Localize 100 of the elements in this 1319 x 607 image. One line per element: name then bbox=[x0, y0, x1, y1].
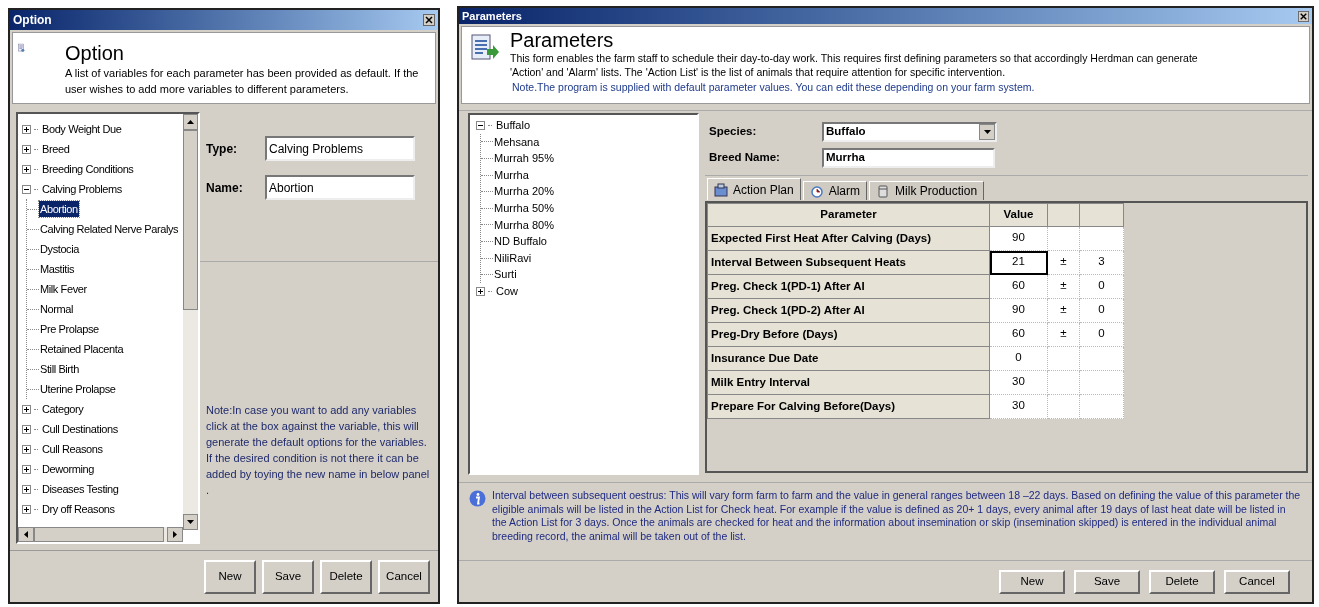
dialog-button[interactable]: New bbox=[999, 569, 1065, 594]
dialog-button[interactable]: Cancel bbox=[378, 559, 430, 594]
collapse-icon[interactable] bbox=[22, 184, 31, 194]
tree-item[interactable]: Buffalo bbox=[495, 117, 532, 134]
window-title: Parameters bbox=[462, 8, 522, 24]
tree-item[interactable]: Cull Reasons bbox=[41, 440, 104, 458]
tab[interactable]: Action Plan bbox=[707, 178, 801, 200]
clock-icon bbox=[809, 184, 824, 198]
tree-item[interactable]: Murrha bbox=[493, 166, 530, 184]
caret-icon bbox=[983, 130, 991, 134]
tree-item[interactable]: Mastitis bbox=[39, 260, 76, 278]
dialog-button[interactable]: Save bbox=[1074, 569, 1140, 594]
dropdown-button[interactable] bbox=[979, 124, 995, 140]
column-header: Parameter bbox=[707, 203, 990, 227]
field-label: Name: bbox=[206, 179, 244, 197]
header-description: A list of variables for each parameter has been provided as default. If the user wishes to add more variables to different parameters. bbox=[65, 66, 420, 97]
tree-item[interactable]: NiliRavi bbox=[493, 249, 533, 267]
scroll-left-button[interactable] bbox=[18, 527, 34, 542]
dialog-button[interactable]: New bbox=[204, 559, 256, 594]
tree-item[interactable]: Murrha 80% bbox=[493, 216, 555, 234]
info-icon bbox=[469, 490, 486, 507]
down-arrow-icon bbox=[187, 520, 194, 524]
tree-item[interactable]: Breed bbox=[41, 140, 71, 158]
scroll-thumb[interactable] bbox=[183, 130, 198, 310]
table-cell: Preg. Check 1(PD-1) After AI bbox=[707, 274, 990, 299]
vertical-scrollbar[interactable] bbox=[183, 114, 198, 530]
tree-item[interactable]: Murrha 20% bbox=[493, 183, 555, 200]
tree-item[interactable]: Mehsana bbox=[493, 133, 541, 151]
tree-item[interactable]: Abortion bbox=[39, 200, 79, 218]
tree-item[interactable]: Calving Problems bbox=[41, 180, 123, 198]
tree-view[interactable]: Buffalo Mehsana Murrah 95% Murrha Murrha 20% Murrha 50% Murrha 80% ND Buffalo NiliRavi Surti Cow bbox=[468, 113, 699, 475]
horizontal-scrollbar[interactable] bbox=[18, 527, 183, 542]
tree-item[interactable]: Dystocia bbox=[39, 240, 80, 258]
expand-icon[interactable] bbox=[22, 484, 31, 494]
tree-item[interactable]: Calving Related Nerve Paralys bbox=[39, 220, 180, 238]
tree-item[interactable]: Cow bbox=[495, 283, 519, 300]
note-text: Note:In case you want to add any variables click at the box against the variable, this will generate the default options for the variables. If the desired condition is not there it can be added by toying the new name in below panel . bbox=[205, 403, 431, 498]
header-note: Note.The program is supplied with default parameter values. You can edit these depending on your farm system. bbox=[511, 80, 1036, 95]
table-cell: Milk Entry Interval bbox=[707, 370, 990, 395]
tab[interactable]: Alarm bbox=[802, 181, 868, 200]
collapse-icon[interactable] bbox=[476, 120, 485, 130]
tree-item[interactable]: Milk Fever bbox=[39, 280, 88, 298]
expand-icon[interactable] bbox=[22, 504, 31, 514]
text-field[interactable]: Calving Problems bbox=[265, 136, 415, 161]
column-header: Value bbox=[989, 203, 1048, 227]
table-cell: Interval Between Subsequent Heats bbox=[707, 250, 990, 275]
tree-item[interactable]: Dry off Reasons bbox=[41, 500, 116, 518]
expand-icon[interactable] bbox=[22, 124, 31, 134]
tree-item[interactable]: Breeding Conditions bbox=[41, 160, 135, 178]
up-arrow-icon bbox=[187, 120, 194, 124]
left-arrow-icon bbox=[24, 531, 28, 538]
expand-icon[interactable] bbox=[22, 164, 31, 174]
tree-item[interactable]: Cull Destinations bbox=[41, 420, 119, 438]
tree-item[interactable]: Diseases Testing bbox=[41, 480, 120, 498]
expand-icon[interactable] bbox=[22, 464, 31, 474]
field-label: Type: bbox=[206, 140, 239, 158]
tree-item[interactable]: Murrah 95% bbox=[493, 150, 555, 167]
folder-icon bbox=[714, 182, 728, 197]
dialog-button[interactable]: Delete bbox=[1149, 569, 1215, 594]
table-cell: Preg-Dry Before (Days) bbox=[707, 322, 990, 347]
close-icon[interactable] bbox=[423, 14, 435, 26]
tree-item[interactable]: ND Buffalo bbox=[493, 233, 548, 250]
tree-item[interactable]: Still Birth bbox=[39, 360, 80, 378]
window-title: Option bbox=[13, 12, 52, 29]
tree-view[interactable] bbox=[16, 112, 200, 544]
expand-icon[interactable] bbox=[22, 424, 31, 434]
tree-item[interactable]: Deworming bbox=[41, 460, 96, 478]
expand-icon[interactable] bbox=[22, 444, 31, 454]
scroll-right-button[interactable] bbox=[167, 527, 183, 542]
dialog-button[interactable]: Cancel bbox=[1224, 569, 1290, 594]
breed-name-field[interactable]: Murrha bbox=[822, 148, 995, 168]
expand-icon[interactable] bbox=[476, 286, 485, 296]
header-description: This form enables the farm staff to schedule their day-to-day work. This requires first defining parameters so that accordingly Herdman can generate 'Action' and 'Alarm' lists. The 'Action List' is the list of animals that require attention for specific intervention. bbox=[510, 51, 1199, 79]
header-title: Option bbox=[65, 41, 125, 65]
scroll-thumb[interactable] bbox=[34, 527, 164, 542]
field-label: Species: bbox=[708, 124, 758, 140]
tree-item[interactable]: Category bbox=[41, 400, 85, 418]
scroll-up-button[interactable] bbox=[183, 114, 198, 130]
info-text: Interval between subsequent oestrus: This will vary form farm to farm and the value in general ranges between 18 –22 days. Based on defining the value of this parameter the eligible animals will be listed in the Action List for Check heat. For example if the value is defined as 20+ 1 days, every animal after 19 days of last heat date will be listed in the Action List for 3 days. Once the animals are checked for heat and the information about insemination or skip (insemination skipped) is entered in the individual animal breeding record, the animal will be taken out of the list. bbox=[492, 489, 1302, 544]
tree-item[interactable]: Body Weight Due bbox=[41, 120, 123, 138]
dialog-button[interactable]: Save bbox=[262, 559, 314, 594]
tree-item[interactable]: Uterine Prolapse bbox=[39, 380, 117, 398]
right-arrow-icon bbox=[173, 531, 177, 538]
species-dropdown[interactable]: Buffalo bbox=[822, 122, 997, 142]
tree-item[interactable]: Normal bbox=[39, 300, 75, 318]
header-title: Parameters bbox=[510, 29, 615, 51]
tree-item[interactable]: Surti bbox=[493, 266, 518, 283]
scroll-down-button[interactable] bbox=[183, 514, 198, 530]
tree-item[interactable]: Retained Placenta bbox=[39, 340, 125, 358]
dialog-button[interactable]: Delete bbox=[320, 559, 372, 594]
expand-icon[interactable] bbox=[22, 144, 31, 154]
table-cell: Prepare For Calving Before(Days) bbox=[707, 394, 990, 419]
text-field[interactable]: Abortion bbox=[265, 175, 415, 200]
close-icon[interactable] bbox=[1298, 10, 1309, 22]
table-cell: Insurance Due Date bbox=[707, 346, 990, 371]
tree-item[interactable]: Murrha 50% bbox=[493, 200, 555, 217]
tab[interactable]: Milk Production bbox=[869, 181, 985, 200]
expand-icon[interactable] bbox=[22, 404, 31, 414]
field-label: Breed Name: bbox=[708, 150, 781, 166]
tree-item[interactable]: Pre Prolapse bbox=[39, 320, 100, 338]
